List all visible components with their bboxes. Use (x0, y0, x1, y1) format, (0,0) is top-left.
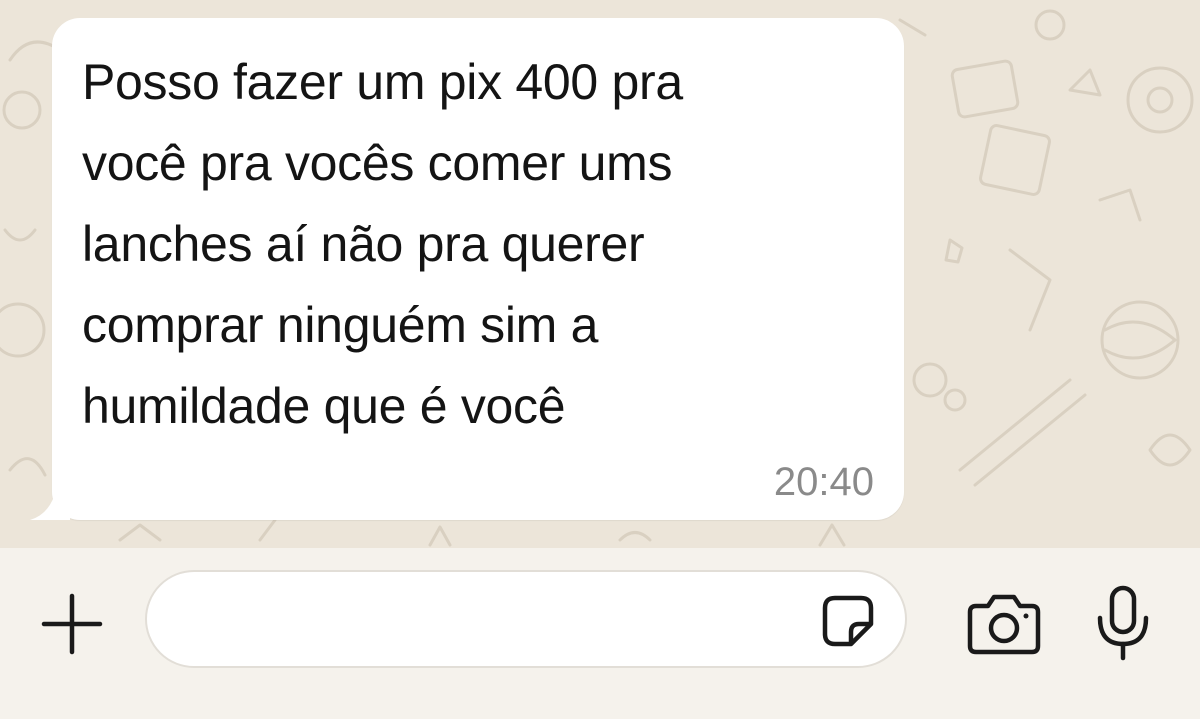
plus-icon (41, 593, 103, 655)
message-input-field[interactable] (145, 570, 907, 668)
message-composer (0, 548, 1200, 719)
sticker-button[interactable] (821, 594, 875, 648)
bubble-tail (30, 480, 70, 520)
camera-icon (967, 594, 1041, 655)
message-input[interactable] (177, 572, 801, 668)
microphone-icon (1097, 585, 1149, 661)
sticker-icon (822, 595, 874, 647)
message-bubble[interactable]: Posso fazer um pix 400 pra você pra você… (52, 18, 904, 520)
camera-button[interactable] (966, 592, 1042, 656)
attach-button[interactable] (38, 590, 106, 658)
message-text: Posso fazer um pix 400 pra você pra você… (82, 54, 683, 434)
message-timestamp: 20:40 (773, 460, 874, 504)
chat-area: Posso fazer um pix 400 pra você pra você… (0, 0, 1200, 548)
microphone-button[interactable] (1094, 584, 1152, 662)
